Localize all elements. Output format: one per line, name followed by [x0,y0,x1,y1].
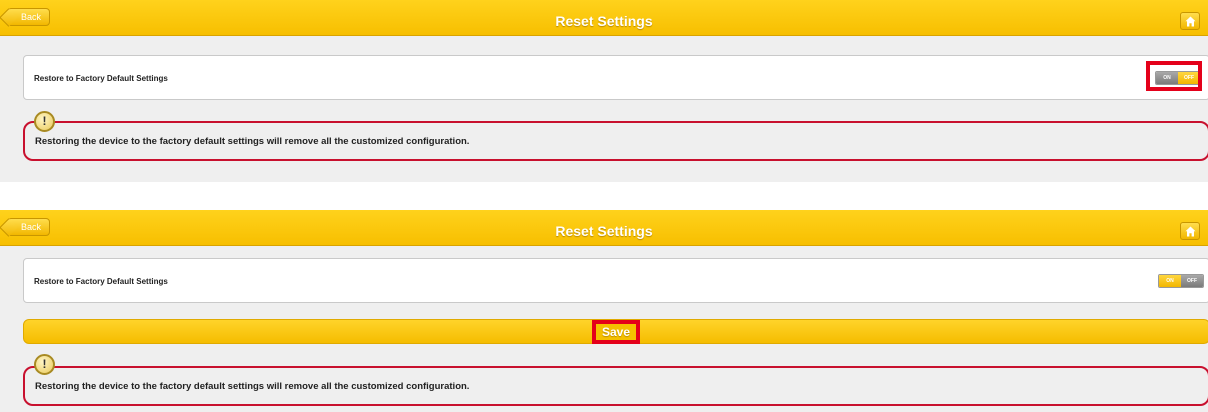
warning-message-box: Restoring the device to the factory defa… [23,121,1208,161]
factory-reset-label: Restore to Factory Default Settings [34,74,168,83]
reset-settings-panel-on: Back Reset Settings Restore to Factory D… [0,210,1208,412]
save-button[interactable]: Save [592,320,640,344]
toggle-highlight-annotation [1146,61,1202,91]
home-button[interactable] [1180,12,1200,30]
top-bar: Back Reset Settings [0,210,1208,246]
warning-message: Restoring the device to the factory defa… [35,381,470,392]
factory-reset-toggle[interactable]: ON OFF [1158,274,1204,288]
reset-settings-panel-off: Back Reset Settings Restore to Factory D… [0,0,1208,182]
factory-reset-setting-row: Restore to Factory Default Settings ON O… [23,55,1208,100]
toggle-off-option: OFF [1181,275,1203,287]
factory-reset-setting-row: Restore to Factory Default Settings ON O… [23,258,1208,303]
exclamation-icon: ! [34,354,55,375]
page-title: Reset Settings [555,223,653,239]
exclamation-icon: ! [34,111,55,132]
warning-message-box: Restoring the device to the factory defa… [23,366,1208,406]
toggle-on-option: ON [1159,275,1181,287]
home-icon [1185,16,1196,27]
warning-message: Restoring the device to the factory defa… [35,136,470,147]
home-button[interactable] [1180,222,1200,240]
home-icon [1185,226,1196,237]
factory-reset-label: Restore to Factory Default Settings [34,277,168,286]
page-title: Reset Settings [555,13,653,29]
top-bar: Back Reset Settings [0,0,1208,36]
